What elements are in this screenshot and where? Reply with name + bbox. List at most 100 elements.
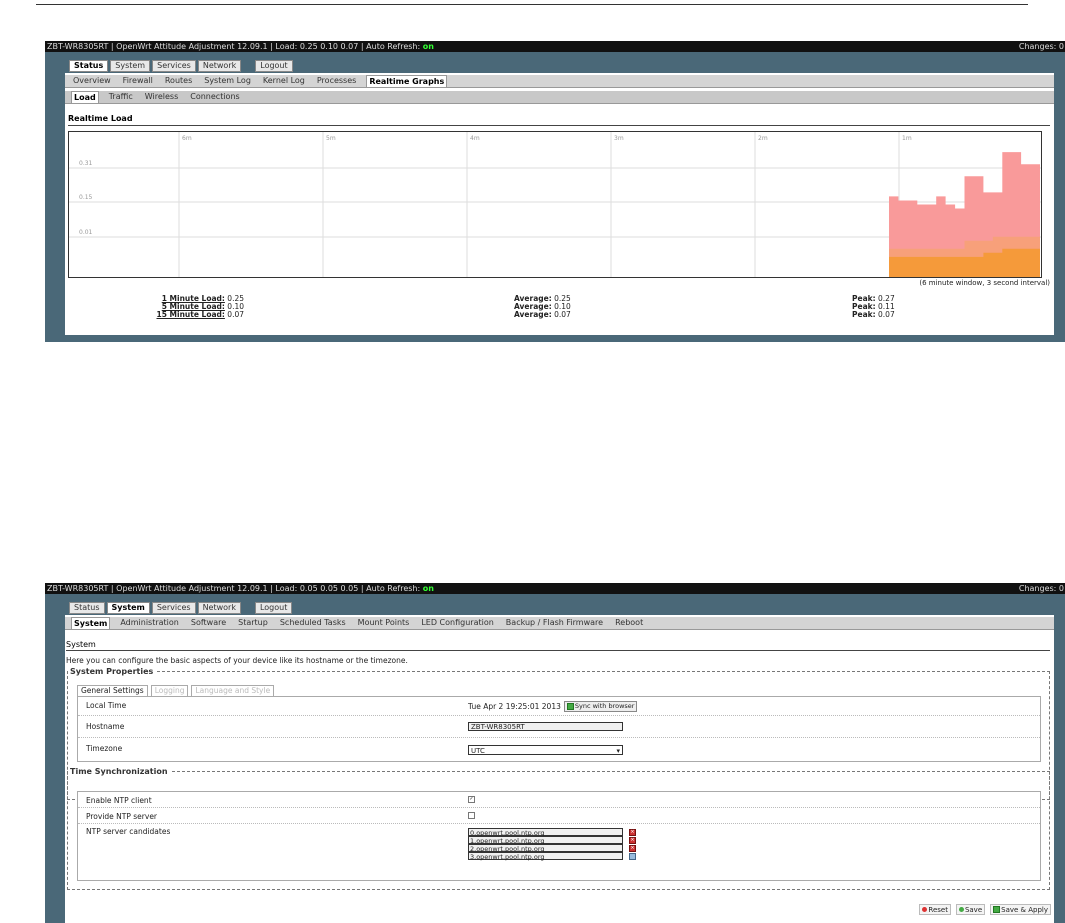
- tab-system-2[interactable]: System: [106, 602, 150, 614]
- tab-services-2[interactable]: Services: [151, 602, 196, 614]
- x-tick-label: 3m: [614, 135, 624, 142]
- tab-realtime-graphs[interactable]: Realtime Graphs: [366, 75, 448, 87]
- tab-led-configuration[interactable]: LED Configuration: [419, 617, 495, 629]
- stat-value-15: 0.07: [227, 310, 244, 319]
- load-stats-peak: Peak: 0.27 Peak: 0.11 Peak: 0.07: [852, 295, 895, 319]
- save-label: Save: [964, 905, 983, 914]
- ntp-server-item: 0.openwrt.pool.ntp.org ×: [468, 828, 636, 837]
- tab-traffic[interactable]: Traffic: [107, 91, 135, 103]
- form-actions: Reset Save Save & Apply: [919, 904, 1051, 915]
- hostname-input[interactable]: ZBT-WR8305RT: [468, 722, 623, 731]
- tab-overview[interactable]: Overview: [71, 75, 113, 87]
- remove-icon[interactable]: ×: [629, 828, 636, 836]
- changes-counter-2[interactable]: Changes: 0: [1019, 583, 1064, 594]
- ntp-server-input[interactable]: 2.openwrt.pool.ntp.org: [468, 844, 623, 853]
- tab-load[interactable]: Load: [71, 91, 99, 103]
- x-tick-label: 1m: [902, 135, 912, 142]
- tab-wireless[interactable]: Wireless: [143, 91, 180, 103]
- sync-browser-button[interactable]: Sync with browser: [563, 701, 638, 712]
- changes-counter[interactable]: Changes: 0: [1019, 41, 1064, 52]
- x-tick-label: 2m: [758, 135, 768, 142]
- tab-network[interactable]: Network: [197, 60, 242, 72]
- enable-ntp-checkbox[interactable]: ✓: [468, 796, 475, 803]
- y-tick-label: 0.15: [79, 194, 93, 201]
- tab-system[interactable]: System: [110, 60, 151, 72]
- y-tick-label: 0.31: [79, 160, 93, 167]
- realtime-load-chart: 6m 5m 4m 3m 2m 1m 0.31 0.15 0.01: [68, 131, 1042, 278]
- tab-software[interactable]: Software: [189, 617, 228, 629]
- tab-status-2[interactable]: Status: [69, 602, 105, 614]
- local-time-value: Tue Apr 2 19:25:01 2013: [468, 702, 561, 711]
- realtime-graphs-screenshot: ZBT-WR8305RT | OpenWrt Attitude Adjustme…: [45, 41, 1065, 342]
- sync-icon: [566, 703, 574, 710]
- save-apply-label: Save & Apply: [1001, 905, 1048, 914]
- system-info-text-2: ZBT-WR8305RT | OpenWrt Attitude Adjustme…: [47, 584, 423, 593]
- provide-ntp-wrap: [468, 812, 475, 819]
- ntp-server-input[interactable]: 0.openwrt.pool.ntp.org: [468, 828, 623, 837]
- tab-administration[interactable]: Administration: [118, 617, 181, 629]
- dropdown-arrow-icon: ▾: [616, 747, 620, 755]
- ntp-server-item: 3.openwrt.pool.ntp.org: [468, 852, 636, 861]
- section-rule: [68, 125, 1050, 126]
- system-info-text: ZBT-WR8305RT | OpenWrt Attitude Adjustme…: [47, 42, 423, 51]
- reset-label: Reset: [928, 905, 948, 914]
- ntp-server-input[interactable]: 3.openwrt.pool.ntp.org: [468, 852, 623, 861]
- ntp-server-item: 1.openwrt.pool.ntp.org ×: [468, 836, 636, 845]
- logout-button-2[interactable]: Logout: [254, 602, 293, 614]
- tab-mount-points[interactable]: Mount Points: [356, 617, 412, 629]
- hostname-row: Hostname ZBT-WR8305RT: [78, 716, 1040, 738]
- timezone-label: Timezone: [86, 744, 123, 753]
- ntp-server-list: 0.openwrt.pool.ntp.org × 1.openwrt.pool.n…: [468, 828, 636, 861]
- tab-network-2[interactable]: Network: [197, 602, 241, 614]
- stat-label-15: 15 Minute Load:: [156, 310, 225, 319]
- x-tick-label: 5m: [326, 135, 336, 142]
- remove-icon[interactable]: ×: [629, 836, 636, 844]
- tab-status[interactable]: Status: [69, 60, 109, 72]
- page-top-rule: [36, 4, 1028, 5]
- reset-button[interactable]: Reset: [919, 904, 951, 915]
- system-properties-legend: System Properties: [70, 667, 154, 676]
- section-rule-2: [66, 650, 1050, 651]
- tab-firewall[interactable]: Firewall: [121, 75, 155, 87]
- ntp-server-input[interactable]: 1.openwrt.pool.ntp.org: [468, 836, 623, 845]
- load-stats-current: 1 Minute Load: 0.25 5 Minute Load: 0.10 …: [157, 295, 245, 319]
- section-title-2: System: [66, 640, 96, 649]
- save-apply-button[interactable]: Save & Apply: [990, 904, 1051, 915]
- tab-services[interactable]: Services: [152, 60, 196, 72]
- save-icon: [958, 907, 964, 912]
- auto-refresh-state-2[interactable]: on: [423, 584, 434, 593]
- tab-routes[interactable]: Routes: [163, 75, 194, 87]
- x-tick-label: 4m: [470, 135, 480, 142]
- load-chart-svg: 6m 5m 4m 3m 2m 1m 0.31 0.15 0.01: [69, 132, 1041, 277]
- logout-button[interactable]: Logout: [255, 60, 293, 72]
- sync-browser-label: Sync with browser: [574, 702, 635, 710]
- tab-reboot[interactable]: Reboot: [613, 617, 645, 629]
- remove-icon[interactable]: ×: [629, 844, 636, 852]
- local-time-label: Local Time: [86, 701, 127, 710]
- timezone-select[interactable]: UTC ▾: [468, 745, 623, 755]
- tab-backup-flash-firmware[interactable]: Backup / Flash Firmware: [504, 617, 605, 629]
- auto-refresh-state[interactable]: on: [423, 42, 434, 51]
- system-tabs: System Administration Software Startup S…: [65, 617, 1054, 630]
- system-settings-screenshot: ZBT-WR8305RT | OpenWrt Attitude Adjustme…: [45, 583, 1065, 923]
- add-icon[interactable]: [629, 852, 636, 860]
- timezone-row: Timezone UTC ▾: [78, 738, 1040, 760]
- status-tabs: Overview Firewall Routes System Log Kern…: [65, 75, 1054, 88]
- tab-startup[interactable]: Startup: [236, 617, 270, 629]
- tab-processes[interactable]: Processes: [315, 75, 358, 87]
- tab-scheduled-tasks[interactable]: Scheduled Tasks: [278, 617, 348, 629]
- system-info-bar: ZBT-WR8305RT | OpenWrt Attitude Adjustme…: [45, 41, 1065, 52]
- tab-connections[interactable]: Connections: [188, 91, 241, 103]
- tab-system-sub[interactable]: System: [71, 617, 111, 629]
- tab-system-log[interactable]: System Log: [202, 75, 253, 87]
- provide-ntp-checkbox[interactable]: [468, 812, 475, 819]
- hostname-label: Hostname: [86, 722, 125, 731]
- save-button[interactable]: Save: [955, 904, 986, 915]
- tab-kernel-log[interactable]: Kernel Log: [261, 75, 307, 87]
- x-tick-label: 6m: [182, 135, 192, 142]
- timezone-selected: UTC: [471, 747, 485, 755]
- general-settings-form: Local Time Tue Apr 2 19:25:01 2013 Sync …: [77, 696, 1041, 762]
- timezone-value-wrap: UTC ▾: [468, 745, 623, 755]
- main-menu-2: Status System Services Network Logout: [69, 602, 293, 614]
- system-info-bar-2: ZBT-WR8305RT | OpenWrt Attitude Adjustme…: [45, 583, 1065, 594]
